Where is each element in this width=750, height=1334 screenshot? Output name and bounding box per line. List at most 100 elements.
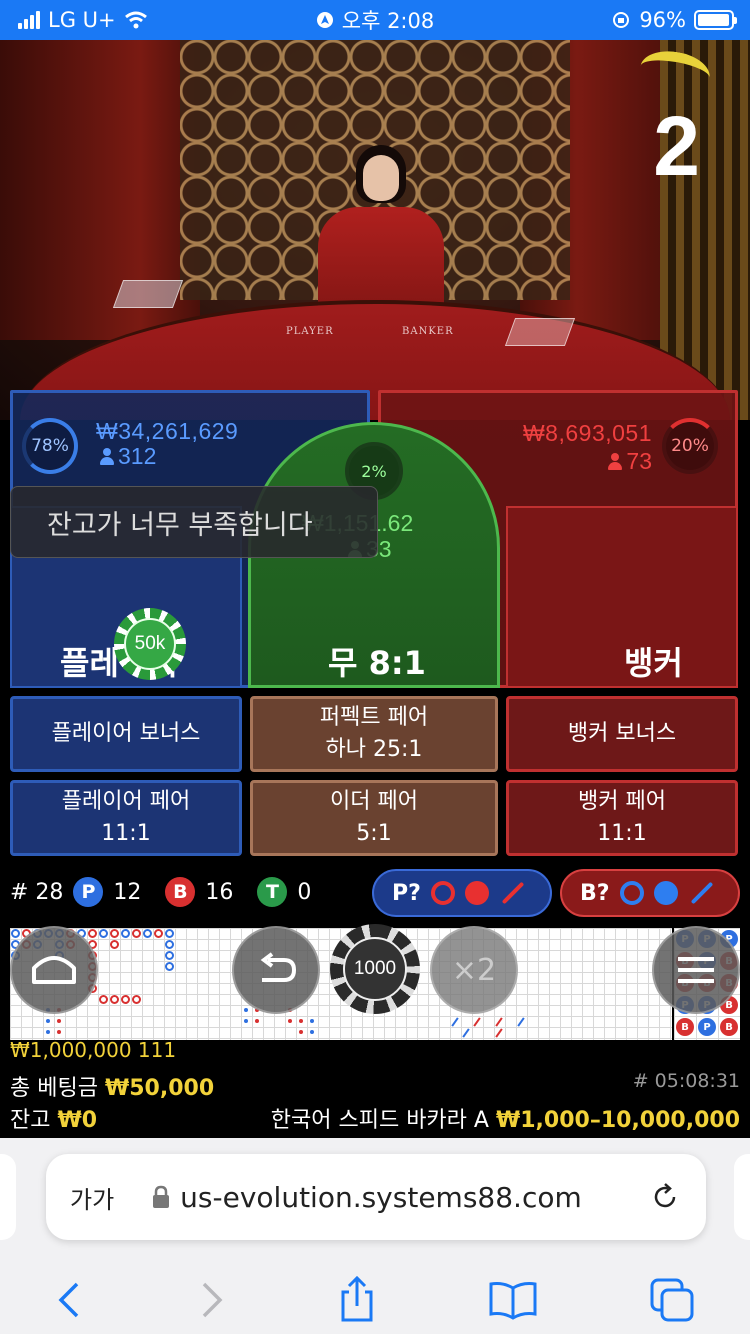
text-size-button[interactable]: 가가 — [70, 1180, 114, 1215]
roadmap-slash — [495, 1017, 503, 1027]
chip-selector-button[interactable]: 1000 — [330, 924, 420, 1014]
browser-toolbar — [0, 1266, 750, 1334]
roadmap-bead — [110, 929, 119, 938]
either-pair-button[interactable]: 이더 페어 5:1 — [250, 780, 498, 856]
card-shoe-right — [504, 318, 576, 346]
double-label: ×2 — [451, 952, 497, 988]
big-eye-icon — [619, 881, 644, 905]
banker-pair-button[interactable]: 뱅커 페어 11:1 — [506, 780, 738, 856]
table-view-button[interactable] — [10, 926, 98, 1014]
small-road-icon — [653, 881, 678, 905]
insufficient-balance-toast: 잔고가 너무 부족합니다 — [10, 486, 378, 558]
roadmap-dot — [57, 1019, 61, 1023]
roadmap-dot — [57, 1030, 61, 1034]
roadmap-bead — [88, 929, 97, 938]
tie-wins: 0 — [297, 879, 312, 905]
battery-fill — [698, 14, 729, 26]
roadmap-slash — [495, 1028, 503, 1038]
roadmap-slash — [451, 1017, 459, 1027]
either-pair-label: 이더 페어 — [330, 789, 418, 815]
banker-wins-badge: B — [165, 877, 196, 907]
roadmap-slash — [462, 1028, 470, 1038]
roadmap-bead — [165, 962, 174, 971]
round-stats: # 28 P 12 B 16 T 0 — [10, 870, 311, 914]
clock: 오후 2:08 — [341, 9, 435, 33]
player-bonus-button[interactable]: 플레이어 보너스 — [10, 696, 242, 772]
player-wins-badge: P — [73, 877, 104, 907]
perfect-pair-button[interactable]: 퍼펙트 페어 하나 25:1 — [250, 696, 498, 772]
small-road-icon — [464, 881, 489, 905]
battery-icon — [694, 10, 737, 30]
bead-road-marker: B — [720, 1018, 738, 1036]
player-predict-button[interactable]: P? — [372, 869, 552, 917]
roadmap-bead — [132, 995, 141, 1004]
game-id: # 05:08:31 — [632, 1070, 740, 1092]
menu-button[interactable] — [652, 926, 740, 1014]
chip-selector-value: 1000 — [343, 937, 407, 1001]
placed-chip-50k: 50k — [114, 608, 186, 680]
reload-icon[interactable] — [650, 1182, 680, 1212]
cockroach-icon — [501, 881, 525, 905]
player-wins: 12 — [113, 879, 142, 905]
banker-bonus-button[interactable]: 뱅커 보너스 — [506, 696, 738, 772]
roadmap-bead — [132, 929, 141, 938]
player-total-amount: ₩34,261,629 — [96, 418, 239, 444]
roadmap-dot — [255, 1019, 259, 1023]
roadmap-slash — [517, 1017, 525, 1027]
roadmap-bead — [110, 940, 119, 949]
back-icon[interactable] — [55, 1280, 85, 1320]
roadmap-dot — [46, 1030, 50, 1034]
table-label-player: PLAYER — [286, 326, 334, 337]
balance-row: 잔고 ₩0 — [10, 1102, 97, 1134]
menu-icon — [678, 957, 714, 983]
next-tab-preview[interactable] — [734, 1154, 750, 1240]
banker-total-amount: ₩8,693,051 — [522, 420, 652, 446]
roadmap-slash — [473, 1017, 481, 1027]
player-bettors: 312 — [118, 443, 157, 469]
battery-percent: 96% — [639, 8, 686, 32]
player-pair-odds: 11:1 — [101, 821, 151, 846]
roadmap-dot — [46, 1019, 50, 1023]
roadmap-bead — [165, 929, 174, 938]
player-pair-button[interactable]: 플레이어 페어 11:1 — [10, 780, 242, 856]
bookmarks-icon[interactable] — [488, 1280, 538, 1320]
double-bet-button[interactable]: ×2 — [430, 926, 518, 1014]
bead-road-marker: P — [698, 1018, 716, 1036]
url-text: us-evolution.systems88.com — [180, 1180, 582, 1214]
round-count: # 28 — [10, 879, 64, 905]
roadmap-bead — [143, 929, 152, 938]
roadmap-dot — [310, 1019, 314, 1023]
share-icon[interactable] — [337, 1276, 377, 1324]
banker-inner-panel[interactable] — [506, 506, 738, 688]
chip-value: 50k — [124, 618, 176, 670]
prev-tab-preview[interactable] — [0, 1154, 16, 1240]
banker-count-row: 73 — [608, 448, 652, 475]
perfect-pair-odds: 하나 25:1 — [325, 737, 423, 762]
banker-percent-ring: 20% — [662, 418, 718, 474]
table-name: 한국어 스피드 바카라 A — [270, 1108, 489, 1133]
round-countdown: 2 — [653, 99, 700, 193]
forward-icon[interactable] — [196, 1280, 226, 1320]
roadmap-bead — [99, 995, 108, 1004]
bead-road-marker: B — [676, 1018, 694, 1036]
banker-pair-odds: 11:1 — [597, 821, 647, 846]
tie-percent: 2% — [361, 461, 387, 481]
roadmap-dot — [244, 1008, 248, 1012]
card-shoe-left — [112, 280, 184, 308]
address-bar[interactable]: 가가 us-evolution.systems88.com — [46, 1154, 706, 1240]
total-bet-label: 총 베팅금 — [10, 1076, 98, 1101]
table-limits: ₩1,000–10,000,000 — [495, 1108, 740, 1133]
player-bonus-label: 플레이어 보너스 — [51, 721, 201, 747]
roadmap-bead — [11, 929, 20, 938]
table-icon — [32, 956, 76, 984]
roadmap-dot — [299, 1030, 303, 1034]
tie-wins-badge: T — [257, 877, 288, 907]
banker-pair-label: 뱅커 페어 — [578, 789, 666, 815]
tabs-icon[interactable] — [649, 1277, 695, 1323]
banker-predict-button[interactable]: B? — [560, 869, 740, 917]
roadmap-bead — [154, 929, 163, 938]
undo-button[interactable] — [232, 926, 320, 1014]
undo-icon — [260, 952, 297, 982]
player-percent: 78% — [31, 436, 69, 456]
banker-bet-label: 뱅커 — [624, 644, 683, 682]
